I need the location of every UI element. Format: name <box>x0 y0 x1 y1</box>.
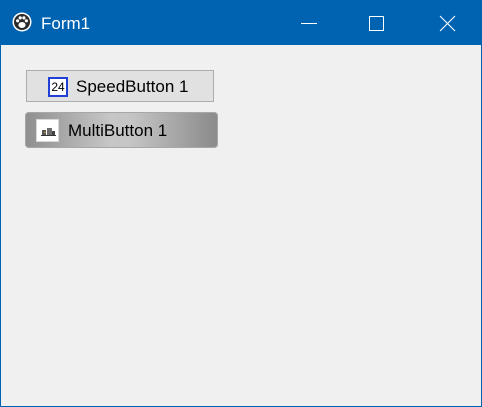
calendar-icon: 24 <box>48 77 68 97</box>
minimize-icon <box>301 23 317 24</box>
speed-button-1[interactable]: 24 SpeedButton 1 <box>26 70 214 102</box>
maximize-icon <box>369 16 384 31</box>
image-thumbnail-icon <box>36 119 59 142</box>
multi-button-1[interactable]: MultiButton 1 <box>25 112 218 148</box>
multi-button-label: MultiButton 1 <box>68 121 168 140</box>
window-title: Form1 <box>41 14 91 33</box>
title-bar[interactable]: Form1 <box>1 1 481 45</box>
minimize-button[interactable] <box>284 1 330 45</box>
close-button[interactable] <box>423 1 469 45</box>
close-icon <box>439 15 456 32</box>
speed-button-label: SpeedButton 1 <box>76 77 189 96</box>
maximize-button[interactable] <box>353 1 399 45</box>
form-client-area: 24 SpeedButton 1 MultiButton 1 <box>1 45 481 406</box>
app-window: Form1 24 SpeedButton 1 MultiButton 1 <box>0 0 482 407</box>
paw-icon[interactable] <box>12 12 32 32</box>
